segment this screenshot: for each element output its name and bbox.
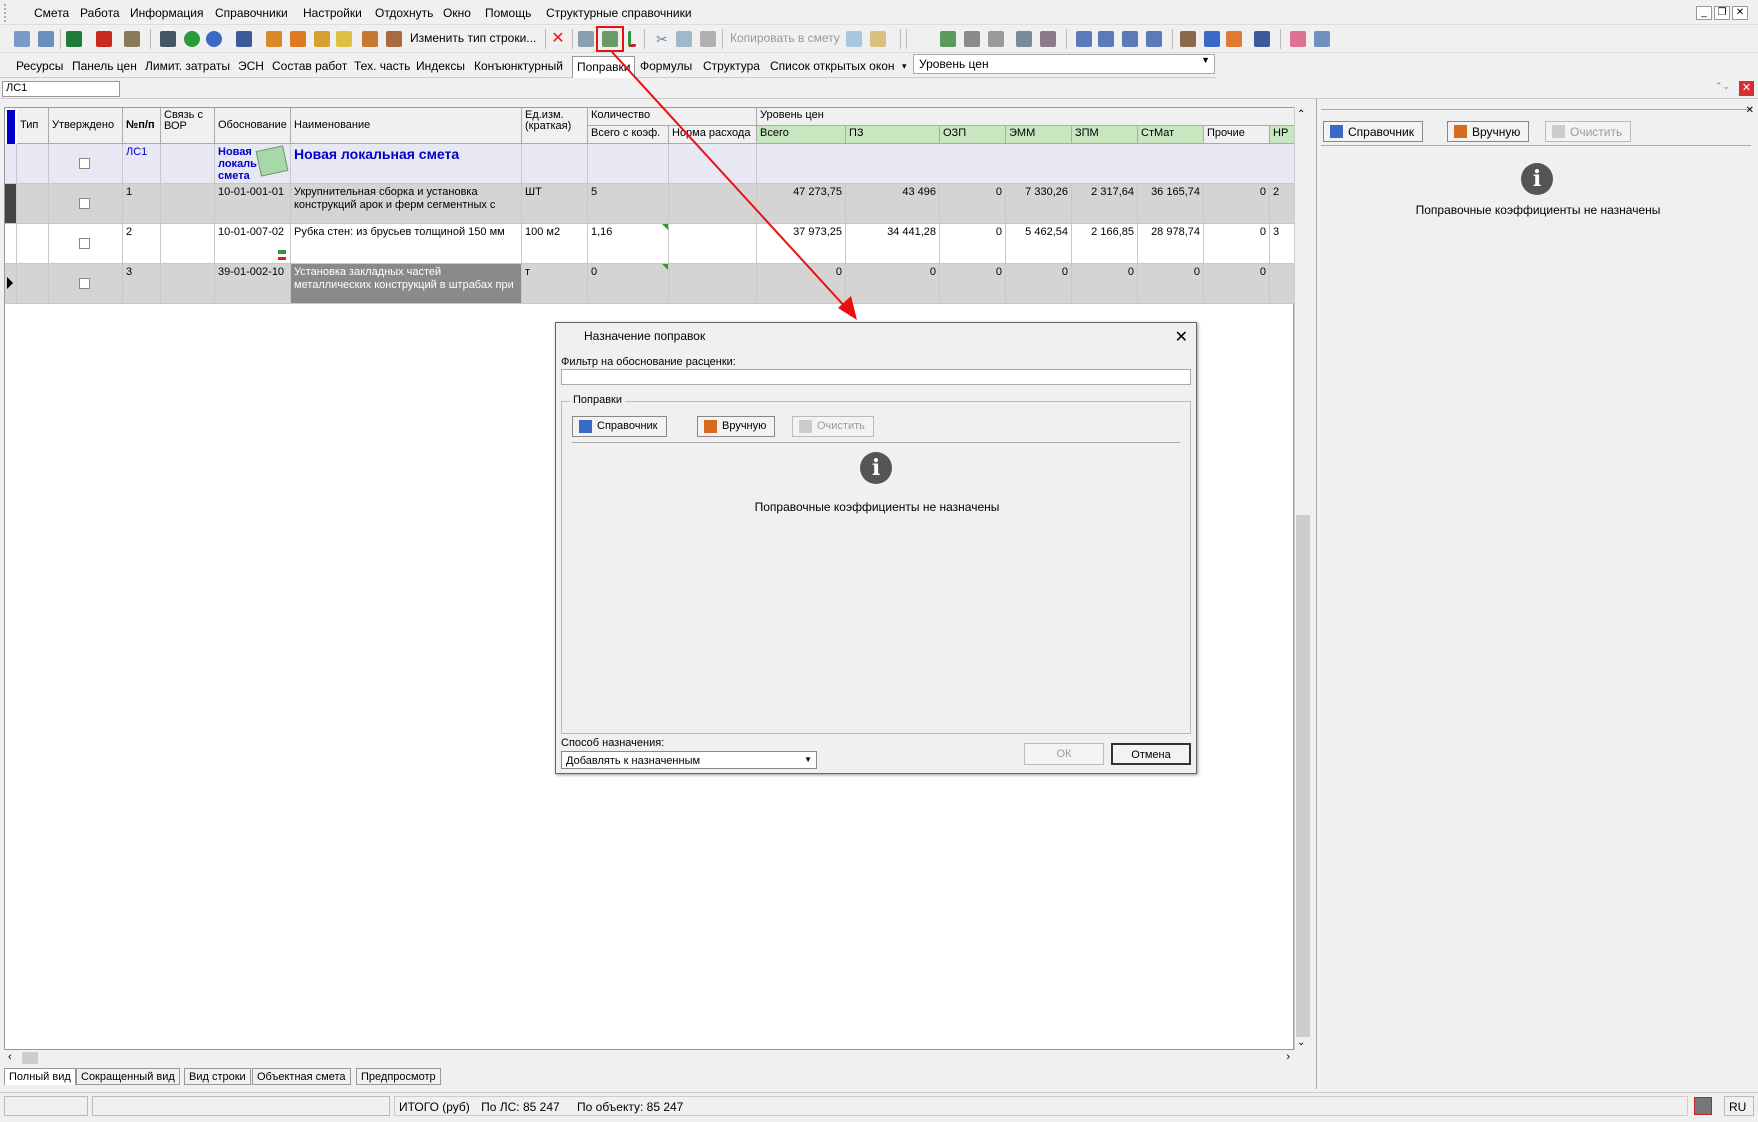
method-value: Добавлять к назначенным: [566, 755, 701, 767]
group-label: Поправки: [570, 394, 626, 406]
dialog-clear-button[interactable]: Очистить: [792, 416, 874, 437]
dialog-title: Назначение поправок: [584, 329, 706, 343]
method-select[interactable]: Добавлять к назначенным ▼: [561, 751, 817, 769]
dialog-directory-button[interactable]: Справочник: [572, 416, 667, 437]
dialog-directory-label: Справочник: [597, 420, 658, 432]
filter-input[interactable]: [561, 369, 1191, 385]
ok-button[interactable]: ОК: [1024, 743, 1104, 765]
chevron-down-icon: ▼: [804, 755, 812, 764]
dialog-clear-label: Очистить: [817, 420, 865, 432]
dialog-no-corrections-message: Поправочные коэффициенты не назначены: [754, 500, 1000, 514]
cancel-button[interactable]: Отмена: [1111, 743, 1191, 765]
close-icon[interactable]: ✕: [1175, 327, 1188, 347]
method-label: Способ назначения:: [561, 737, 665, 749]
filter-label: Фильтр на обоснование расценки:: [561, 356, 736, 368]
pencil-icon: [704, 420, 717, 433]
corrections-group: Поправки Справочник Вручную Очистить i П…: [561, 394, 1191, 734]
group-separator: [572, 442, 1180, 443]
assign-corrections-dialog: Назначение поправок ✕ Фильтр на обоснова…: [555, 322, 1197, 774]
info-icon: i: [860, 452, 892, 484]
book-icon: [579, 420, 592, 433]
trash-icon: [799, 420, 812, 433]
dialog-manual-button[interactable]: Вручную: [697, 416, 776, 437]
dialog-manual-label: Вручную: [722, 420, 767, 432]
